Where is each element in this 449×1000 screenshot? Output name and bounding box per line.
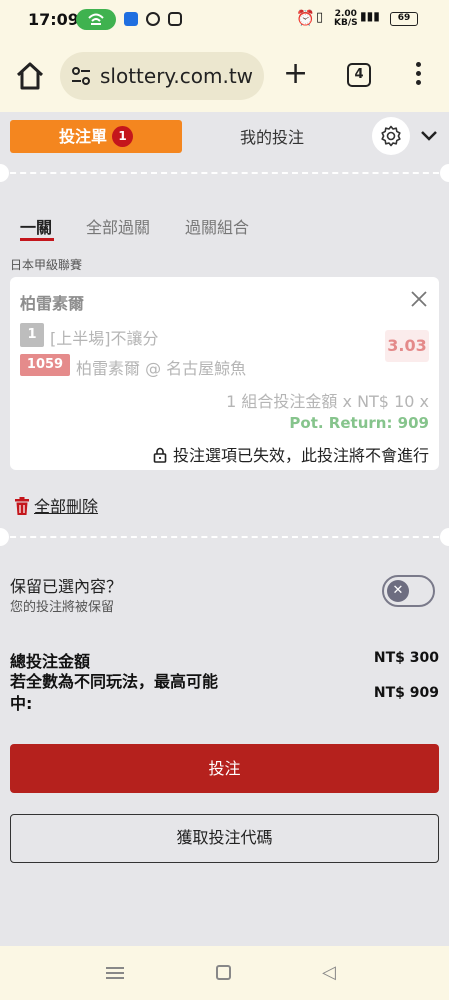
delete-all-button[interactable]: 全部刪除 (14, 493, 98, 519)
dashed-divider (0, 172, 449, 174)
league-name: 日本甲級聯賽 (10, 258, 83, 272)
home-icon[interactable] (14, 60, 46, 92)
stake-summary: 1 組合投注金額 x NT$ 10 x (226, 392, 429, 411)
tab-betslip[interactable]: 投注單 1 (10, 120, 182, 153)
tab-single[interactable]: 一關 (20, 214, 52, 238)
get-bet-code-button[interactable]: 獲取投注代碼 (10, 814, 439, 863)
site-settings-icon[interactable] (70, 65, 92, 87)
odds-value: 3.03 (385, 330, 429, 362)
close-icon[interactable] (409, 289, 429, 309)
invalid-selection-message: 投注選項已失效，此投注將不會進行 (153, 442, 429, 467)
max-win-value: NT$ 909 (373, 685, 439, 701)
invalid-selection-text: 投注選項已失效，此投注將不會進行 (172, 446, 429, 465)
signal-icon: ▮▮▮ (360, 9, 380, 23)
net-speed: 2.00 KB/S (334, 10, 358, 28)
betslip-header: 投注單 1 我的投注 (0, 112, 449, 172)
net-speed-unit: KB/S (334, 18, 358, 28)
max-win-label: 若全數為不同玩法，最高可能中: (10, 672, 219, 713)
trash-icon (14, 497, 30, 519)
selection-card: 柏雷素爾 1 [上半場]不讓分 1059 柏雷素爾 @ 名古屋鯨魚 3.03 1… (10, 277, 439, 470)
url-text: slottery.com.tw (100, 64, 254, 88)
system-nav-bar: ◁ (0, 946, 449, 1000)
tab-betslip-label: 投注單 (58, 127, 107, 146)
ticket-notch (440, 164, 449, 182)
ticket-notch (440, 528, 449, 546)
status-time: 17:09 (28, 10, 79, 29)
dashed-divider (0, 536, 449, 538)
browser-toolbar: slottery.com.tw + 4 (0, 40, 449, 112)
app-notification-icon (124, 12, 138, 26)
keep-selections-subtitle: 您的投注將被保留 (10, 600, 115, 615)
app-notification-icon (146, 12, 160, 26)
keep-selections-title: 保留已選內容？ (10, 577, 123, 596)
home-nav-icon[interactable] (216, 965, 231, 980)
tab-parlay-combo[interactable]: 過關組合 (185, 214, 249, 238)
market-name: [上半場]不讓分 (50, 329, 159, 348)
chevron-down-icon[interactable] (420, 128, 438, 142)
tab-all-parlay[interactable]: 全部過關 (86, 214, 150, 238)
keep-selections-toggle[interactable]: ✕ (382, 575, 435, 607)
status-bar: 17:09 ⏰ ▯ 2.00 KB/S ▮▮▮ 69 (0, 0, 449, 40)
total-stake-value: NT$ 300 (373, 650, 439, 666)
instagram-icon (168, 12, 182, 26)
selection-team: 柏雷素爾 (20, 294, 85, 313)
lock-icon (153, 447, 167, 467)
more-vert-icon[interactable] (408, 58, 428, 94)
delete-all-label: 全部刪除 (34, 497, 99, 516)
recents-icon[interactable] (106, 964, 124, 980)
match-name: 柏雷素爾 @ 名古屋鯨魚 (76, 359, 247, 378)
tab-my-bets[interactable]: 我的投注 (222, 124, 322, 148)
alarm-icon: ⏰ (296, 9, 315, 27)
address-bar[interactable]: slottery.com.tw (60, 52, 264, 100)
betslip-count-badge: 1 (112, 126, 133, 147)
plus-icon[interactable]: + (283, 54, 308, 94)
market-number-badge: 1 (20, 323, 44, 347)
hotspot-icon (76, 9, 116, 30)
back-icon[interactable]: ◁ (322, 962, 336, 983)
total-stake-label: 總投注金額 (10, 652, 91, 671)
x-icon: ✕ (387, 580, 409, 602)
vibrate-icon: ▯ (316, 10, 324, 25)
gear-icon[interactable] (372, 117, 410, 155)
match-number-badge: 1059 (20, 354, 70, 376)
tab-switcher-icon[interactable]: 4 (347, 63, 371, 87)
battery-icon: 69 (390, 12, 418, 26)
ticket-notch (0, 528, 9, 546)
potential-return: Pot. Return: 909 (289, 414, 429, 432)
active-tab-indicator (20, 238, 54, 241)
place-bet-button[interactable]: 投注 (10, 744, 439, 793)
